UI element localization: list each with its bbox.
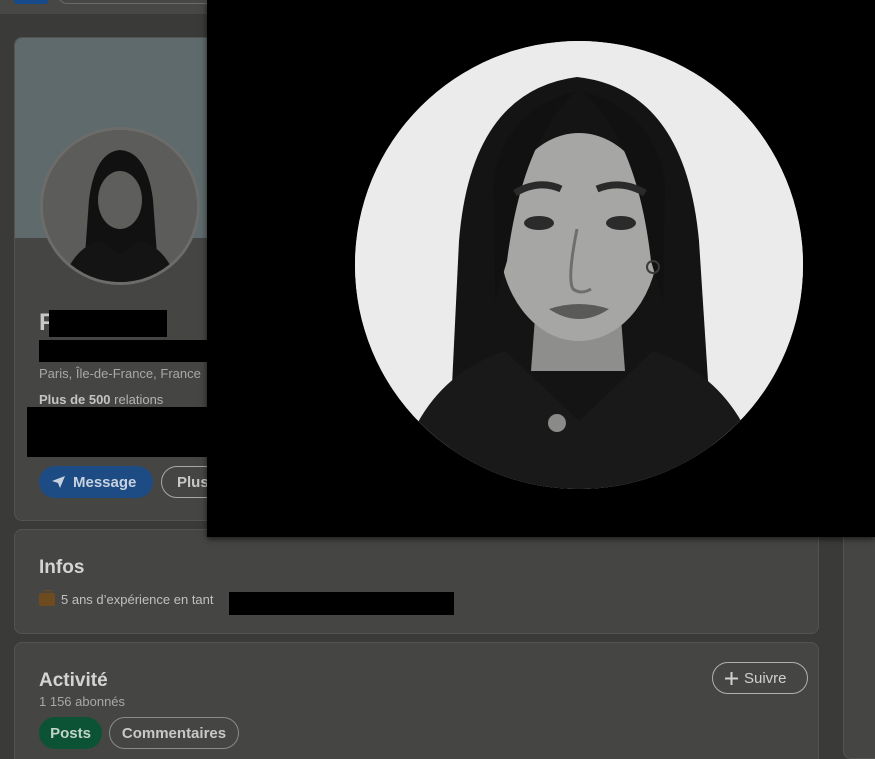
- profile-connections[interactable]: Plus de 500 relations: [39, 392, 163, 407]
- tab-posts[interactable]: Posts: [39, 717, 102, 749]
- linkedin-logo[interactable]: [14, 0, 48, 4]
- profile-photo-large: [355, 41, 803, 489]
- follow-button[interactable]: Suivre: [712, 662, 808, 694]
- tab-comments[interactable]: Commentaires: [109, 717, 239, 749]
- briefcase-icon: [39, 590, 55, 606]
- activity-card: Activité 1 156 abonnés Suivre Posts Comm…: [14, 642, 819, 759]
- redacted-info-block: [27, 407, 211, 457]
- profile-avatar[interactable]: [40, 127, 200, 285]
- experience-text: 5 ans d’expérience en tant: [61, 592, 214, 607]
- redacted-job-title: [229, 592, 454, 615]
- avatar-portrait: [43, 130, 197, 282]
- experience-line: 5 ans d’expérience en tant: [39, 590, 214, 607]
- connections-label: relations: [110, 392, 164, 407]
- plus-icon: [725, 671, 738, 685]
- profile-location: Paris, Île-de-France, France: [39, 366, 201, 381]
- connections-count: Plus de 500: [39, 392, 111, 407]
- followers-count: 1 156 abonnés: [39, 694, 126, 709]
- about-card: Infos 5 ans d’expérience en tant: [14, 529, 819, 634]
- more-button-label: Plus: [177, 473, 209, 491]
- follow-button-label: Suivre: [744, 669, 787, 687]
- about-title: Infos: [39, 557, 85, 578]
- redacted-headline: [39, 340, 211, 362]
- message-button-label: Message: [73, 473, 137, 491]
- activity-title: Activité: [39, 670, 108, 691]
- send-icon: [52, 476, 65, 488]
- right-sidebar-card: [843, 529, 875, 759]
- portrait-image: [355, 41, 803, 489]
- search-input[interactable]: [58, 0, 228, 4]
- redacted-name: [49, 310, 167, 337]
- message-button[interactable]: Message: [39, 466, 153, 498]
- photo-viewer-modal[interactable]: [207, 0, 875, 537]
